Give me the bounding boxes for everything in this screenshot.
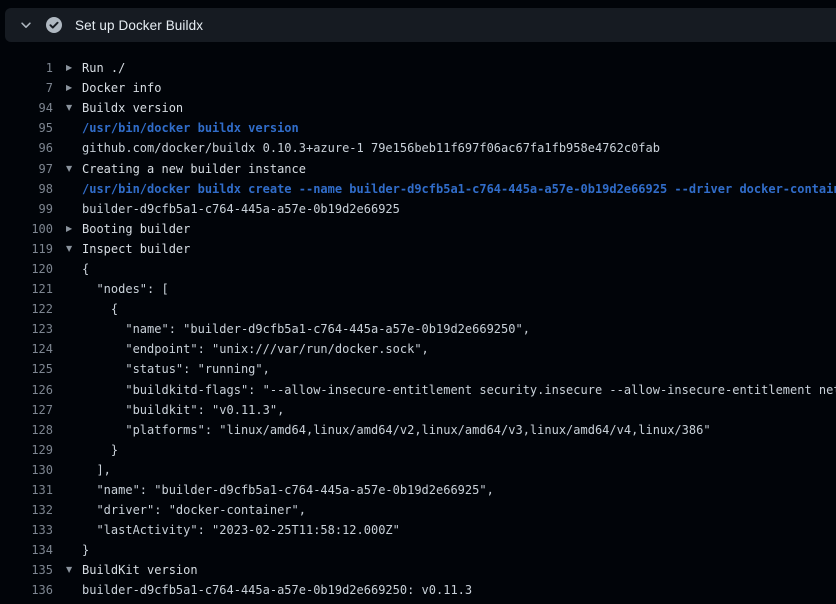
step-title: Set up Docker Buildx	[75, 18, 203, 33]
log-line: 122 {	[0, 299, 836, 319]
log-output-text: "name": "builder-d9cfb5a1-c764-445a-a57e…	[82, 483, 494, 497]
log-line: 120 {	[0, 259, 836, 279]
group-collapsed-icon[interactable]: ▶	[66, 84, 82, 92]
log-line: 135 ▼BuildKit version	[0, 560, 836, 580]
log-line: 130 ],	[0, 460, 836, 480]
log-output-text: "name": "builder-d9cfb5a1-c764-445a-a57e…	[82, 322, 530, 336]
line-number[interactable]: 122	[0, 302, 53, 316]
line-number[interactable]: 119	[0, 242, 53, 256]
line-number[interactable]: 120	[0, 262, 53, 276]
line-number[interactable]: 130	[0, 463, 53, 477]
log-line: 98/usr/bin/docker buildx create --name b…	[0, 179, 836, 199]
log-output-text: "platforms": "linux/amd64,linux/amd64/v2…	[82, 423, 711, 437]
log-output-text: "endpoint": "unix:///var/run/docker.sock…	[82, 342, 429, 356]
log-line: 125 "status": "running",	[0, 359, 836, 379]
log-output-text: {	[82, 302, 118, 316]
line-number[interactable]: 123	[0, 322, 53, 336]
group-expanded-icon[interactable]: ▼	[66, 566, 82, 574]
log-line: 126 "buildkitd-flags": "--allow-insecure…	[0, 380, 836, 400]
log-group-title[interactable]: Buildx version	[82, 101, 183, 115]
log-line: 128 "platforms": "linux/amd64,linux/amd6…	[0, 420, 836, 440]
line-number[interactable]: 121	[0, 282, 53, 296]
log-group-title[interactable]: Run ./	[82, 61, 125, 75]
log-line: 99 builder-d9cfb5a1-c764-445a-a57e-0b19d2…	[0, 199, 836, 219]
log-line: 121 "nodes": [	[0, 279, 836, 299]
line-number[interactable]: 95	[0, 121, 53, 135]
log-output-text: "driver": "docker-container",	[82, 503, 306, 517]
line-number[interactable]: 94	[0, 101, 53, 115]
log-output-text: builder-d9cfb5a1-c764-445a-a57e-0b19d2e6…	[82, 583, 472, 597]
log-line: 124 "endpoint": "unix:///var/run/docker.…	[0, 339, 836, 359]
line-number[interactable]: 131	[0, 483, 53, 497]
log-group-title[interactable]: Inspect builder	[82, 242, 190, 256]
log-command-text: /usr/bin/docker buildx create --name bui…	[82, 182, 836, 196]
log-line: 7 ▶Docker info	[0, 78, 836, 98]
log-output-text: "nodes": [	[82, 282, 169, 296]
line-number[interactable]: 126	[0, 383, 53, 397]
log-output-text: "buildkit": "v0.11.3",	[82, 403, 284, 417]
log-line: 94 ▼Buildx version	[0, 98, 836, 118]
log-line: 131 "name": "builder-d9cfb5a1-c764-445a-…	[0, 480, 836, 500]
log-output-text: ],	[82, 463, 111, 477]
group-collapsed-icon[interactable]: ▶	[66, 225, 82, 233]
log-line: 95/usr/bin/docker buildx version	[0, 118, 836, 138]
log-group-title[interactable]: Creating a new builder instance	[82, 162, 306, 176]
log-line: 136 builder-d9cfb5a1-c764-445a-a57e-0b19d…	[0, 580, 836, 600]
log-group-title[interactable]: BuildKit version	[82, 563, 198, 577]
group-expanded-icon[interactable]: ▼	[66, 165, 82, 173]
log-output-text: github.com/docker/buildx 0.10.3+azure-1 …	[82, 141, 660, 155]
log-output-text: builder-d9cfb5a1-c764-445a-a57e-0b19d2e6…	[82, 202, 400, 216]
line-number[interactable]: 128	[0, 423, 53, 437]
log-group-title[interactable]: Docker info	[82, 81, 161, 95]
line-number[interactable]: 132	[0, 503, 53, 517]
log-group-title[interactable]: Booting builder	[82, 222, 190, 236]
log-output-text: }	[82, 443, 118, 457]
check-circle-icon	[45, 16, 63, 34]
group-collapsed-icon[interactable]: ▶	[66, 64, 82, 72]
line-number[interactable]: 133	[0, 523, 53, 537]
log-line: 133 "lastActivity": "2023-02-25T11:58:12…	[0, 520, 836, 540]
log-line: 127 "buildkit": "v0.11.3",	[0, 400, 836, 420]
log-line: 134}	[0, 540, 836, 560]
line-number[interactable]: 97	[0, 162, 53, 176]
step-header[interactable]: Set up Docker Buildx	[5, 8, 836, 42]
log-line: 123 "name": "builder-d9cfb5a1-c764-445a-…	[0, 319, 836, 339]
log-line: 96 github.com/docker/buildx 0.10.3+azure-…	[0, 138, 836, 158]
log-line: 100 ▶Booting builder	[0, 219, 836, 239]
log-line: 132 "driver": "docker-container",	[0, 500, 836, 520]
line-number[interactable]: 98	[0, 182, 53, 196]
chevron-down-icon[interactable]	[18, 17, 34, 33]
log-output-text: {	[82, 262, 89, 276]
log-output: 1▶Run ./7▶Docker info94▼Buildx version95…	[0, 58, 836, 601]
line-number[interactable]: 127	[0, 403, 53, 417]
line-number[interactable]: 134	[0, 543, 53, 557]
line-number[interactable]: 99	[0, 202, 53, 216]
line-number[interactable]: 129	[0, 443, 53, 457]
line-number[interactable]: 7	[0, 81, 53, 95]
log-output-text: "status": "running",	[82, 362, 270, 376]
log-line: 97 ▼Creating a new builder instance	[0, 158, 836, 178]
group-expanded-icon[interactable]: ▼	[66, 104, 82, 112]
line-number[interactable]: 136	[0, 583, 53, 597]
line-number[interactable]: 135	[0, 563, 53, 577]
line-number[interactable]: 125	[0, 362, 53, 376]
log-line: 129 }	[0, 440, 836, 460]
line-number[interactable]: 124	[0, 342, 53, 356]
log-output-text: }	[82, 543, 89, 557]
line-number[interactable]: 1	[0, 61, 53, 75]
group-expanded-icon[interactable]: ▼	[66, 245, 82, 253]
log-line: 119 ▼Inspect builder	[0, 239, 836, 259]
log-output-text: "buildkitd-flags": "--allow-insecure-ent…	[82, 383, 836, 397]
log-line: 1 ▶Run ./	[0, 58, 836, 78]
log-command-text: /usr/bin/docker buildx version	[82, 121, 299, 135]
log-output-text: "lastActivity": "2023-02-25T11:58:12.000…	[82, 523, 400, 537]
line-number[interactable]: 100	[0, 222, 53, 236]
line-number[interactable]: 96	[0, 141, 53, 155]
